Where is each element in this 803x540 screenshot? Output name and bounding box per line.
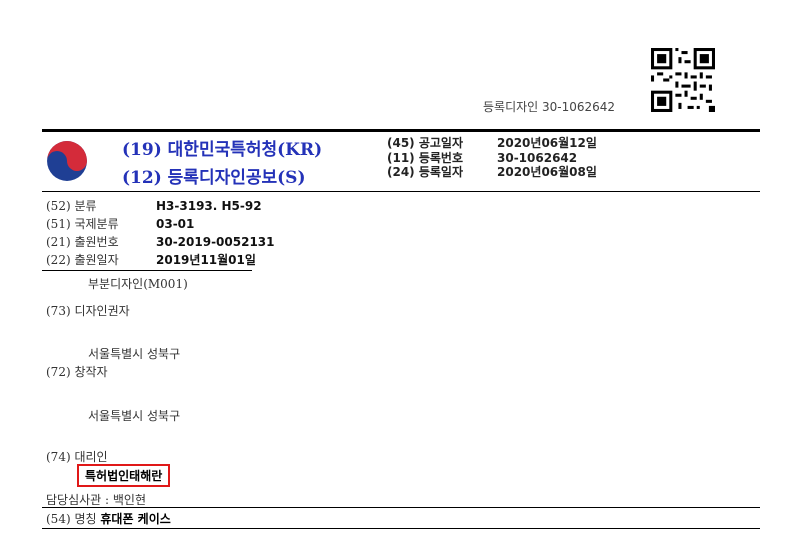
- bibliographic-table: (52) 분류 H3-3193. H5-92 (51) 국제분류 03-01 (…: [46, 197, 275, 269]
- header-rule-top: [42, 129, 760, 132]
- design-title-label: (54) 명칭: [46, 512, 97, 526]
- publication-value: 2020년06월08일: [497, 165, 597, 179]
- biblio-row: (51) 국제분류 03-01: [46, 215, 275, 233]
- office-line-2: (12) 등록디자인공보(S): [122, 168, 306, 188]
- publication-row: (24) 등록일자 2020년06월08일: [387, 165, 597, 180]
- partial-design: 부분디자인(M001): [88, 277, 188, 291]
- biblio-value: H3-3193. H5-92: [156, 199, 262, 213]
- biblio-key: (52) 분류: [46, 199, 97, 213]
- publication-table: (45) 공고일자 2020년06월12일 (11) 등록번호 30-10626…: [387, 136, 597, 180]
- office-line-1: (19) 대한민국특허청(KR): [122, 140, 323, 160]
- biblio-value: 03-01: [156, 217, 195, 231]
- qr-code-icon: [651, 48, 715, 112]
- taegeuk-logo-icon: [47, 141, 87, 181]
- header-rule-bottom: [42, 191, 760, 192]
- designer-label: (73) 디자인권자: [46, 304, 130, 318]
- biblio-key: (21) 출원번호: [46, 235, 119, 249]
- creator-address: 서울특별시 성북구: [88, 409, 181, 423]
- biblio-row: (52) 분류 H3-3193. H5-92: [46, 197, 275, 215]
- publication-value: 30-1062642: [497, 150, 578, 165]
- registration-id: 등록디자인 30-1062642: [483, 100, 616, 114]
- title-rule-bottom: [42, 528, 760, 529]
- biblio-key: (51) 국제분류: [46, 217, 119, 231]
- biblio-value: 2019년11월01일: [156, 253, 256, 267]
- creator-label: (72) 창작자: [46, 365, 108, 379]
- publication-row: (11) 등록번호 30-1062642: [387, 151, 597, 166]
- biblio-rule: [42, 270, 252, 271]
- biblio-row: (22) 출원일자 2019년11월01일: [46, 251, 275, 269]
- publication-key: (24) 등록일자: [387, 165, 464, 179]
- publication-row: (45) 공고일자 2020년06월12일: [387, 136, 597, 151]
- agent-label: (74) 대리인: [46, 450, 108, 464]
- title-rule-top: [42, 507, 760, 508]
- design-title-value: 휴대폰 케이스: [100, 512, 171, 526]
- office-title: (19) 대한민국특허청(KR) (12) 등록디자인공보(S): [122, 136, 322, 192]
- examiner: 담당심사관 : 백인현: [46, 493, 146, 507]
- biblio-value: 30-2019-0052131: [156, 235, 275, 249]
- agent-name: 특허법인태해란: [77, 464, 171, 487]
- biblio-row: (21) 출원번호 30-2019-0052131: [46, 233, 275, 251]
- designer-address: 서울특별시 성북구: [88, 347, 181, 361]
- publication-key: (11) 등록번호: [387, 150, 464, 165]
- design-title: (54) 명칭 휴대폰 케이스: [46, 510, 171, 527]
- biblio-key: (22) 출원일자: [46, 253, 119, 267]
- publication-key: (45) 공고일자: [387, 136, 464, 150]
- publication-value: 2020년06월12일: [497, 136, 597, 150]
